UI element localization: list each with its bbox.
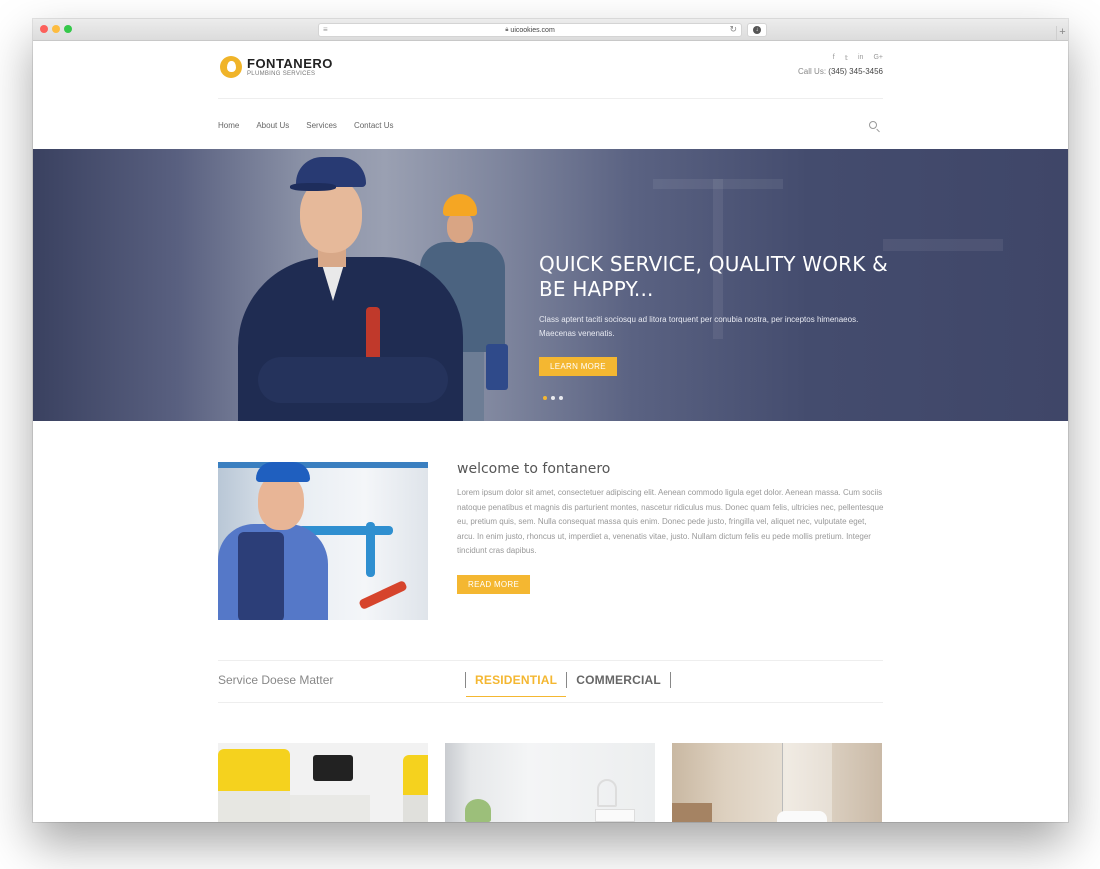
hero-title: QUICK SERVICE, QUALITY WORK & BE HAPPY..… — [539, 252, 888, 301]
social-links: f 𝕥 in G+ — [833, 54, 883, 62]
main-nav: Home About Us Services Contact Us — [218, 121, 883, 147]
slider-dot[interactable] — [559, 396, 563, 400]
download-icon: ↓ — [753, 26, 761, 34]
call-label: Call Us: — [798, 67, 827, 76]
logo-name: FONTANERO — [247, 56, 333, 71]
minimize-window-button[interactable] — [52, 25, 60, 33]
maximize-window-button[interactable] — [64, 25, 72, 33]
welcome-body: Lorem ipsum dolor sit amet, consectetuer… — [457, 488, 884, 556]
water-drop-logo-icon — [220, 56, 242, 78]
browser-toolbar: ≡ 🔒︎ uicookies.com ↻ ↓ + — [33, 19, 1068, 41]
tab-residential[interactable]: RESIDENTIAL — [466, 673, 567, 697]
slider-dot[interactable] — [551, 396, 555, 400]
facebook-icon[interactable]: f — [833, 54, 835, 62]
services-divider-bottom — [218, 702, 883, 703]
welcome-section: welcome to fontanero Lorem ipsum dolor s… — [457, 461, 885, 559]
reload-icon[interactable]: ↻ — [729, 24, 737, 35]
downloads-button[interactable]: ↓ — [747, 23, 767, 37]
linkedin-icon[interactable]: in — [858, 54, 863, 62]
services-divider-top — [218, 660, 883, 661]
web-page: FONTANERO PLUMBING SERVICES f 𝕥 in G+ Ca… — [33, 41, 1068, 822]
search-icon[interactable] — [869, 121, 877, 129]
gallery-image-water-heaters[interactable] — [218, 743, 428, 822]
hero-slider: QUICK SERVICE, QUALITY WORK & BE HAPPY..… — [33, 149, 1068, 421]
services-gallery — [218, 743, 882, 822]
learn-more-button[interactable]: LEARN MORE — [539, 357, 617, 376]
plumber-photo — [218, 462, 428, 620]
google-plus-icon[interactable]: G+ — [873, 54, 883, 62]
address-bar-url: uicookies.com — [510, 26, 555, 34]
window-controls — [40, 25, 72, 33]
hero-worker-main — [238, 157, 463, 421]
read-more-button[interactable]: READ MORE — [457, 575, 531, 594]
nav-item-about-us[interactable]: About Us — [256, 121, 289, 130]
nav-item-contact-us[interactable]: Contact Us — [354, 121, 394, 130]
call-us: Call Us: (345) 345-3456 — [798, 67, 883, 76]
services-title: Service Doese Matter — [218, 673, 334, 687]
slider-dots — [543, 396, 563, 400]
gallery-image-shower[interactable] — [672, 743, 882, 822]
hero-subtitle: Class aptent taciti sociosqu ad litora t… — [539, 315, 859, 338]
slider-dot[interactable] — [543, 396, 547, 400]
reader-view-icon[interactable]: ≡ — [323, 25, 328, 34]
nav-item-services[interactable]: Services — [306, 121, 337, 130]
nav-item-home[interactable]: Home — [218, 121, 239, 130]
services-tabs: RESIDENTIAL COMMERCIAL — [465, 672, 671, 697]
phone-number[interactable]: (345) 345-3456 — [828, 67, 883, 76]
address-bar[interactable]: ≡ 🔒︎ uicookies.com ↻ — [318, 23, 742, 37]
welcome-title: welcome to fontanero — [457, 461, 611, 477]
tab-commercial[interactable]: COMMERCIAL — [567, 673, 670, 687]
gallery-image-bathroom[interactable] — [445, 743, 655, 822]
new-tab-button[interactable]: + — [1056, 26, 1068, 40]
lock-icon: 🔒︎ — [505, 26, 509, 33]
twitter-icon[interactable]: 𝕥 — [845, 54, 848, 62]
logo-tagline: PLUMBING SERVICES — [247, 71, 316, 77]
hero-caption: QUICK SERVICE, QUALITY WORK & BE HAPPY..… — [539, 252, 899, 341]
close-window-button[interactable] — [40, 25, 48, 33]
tab-divider — [669, 672, 671, 688]
browser-window: ≡ 🔒︎ uicookies.com ↻ ↓ + FONTANERO PLUMB… — [33, 19, 1068, 822]
site-logo[interactable]: FONTANERO PLUMBING SERVICES — [220, 56, 333, 78]
header-divider — [218, 98, 883, 99]
hero-background-pipe — [883, 239, 1003, 251]
site-header: FONTANERO PLUMBING SERVICES f 𝕥 in G+ Ca… — [218, 54, 883, 84]
